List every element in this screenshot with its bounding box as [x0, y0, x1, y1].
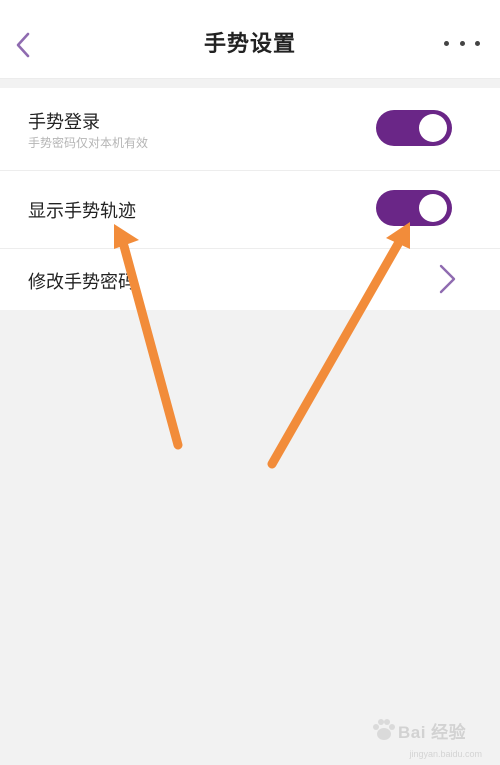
setting-row-change-password[interactable]: 修改手势密码 [0, 248, 500, 310]
more-button[interactable] [444, 30, 480, 56]
gesture-login-label: 手势登录 [28, 112, 100, 133]
toggle-knob [419, 114, 447, 142]
show-trail-label: 显示手势轨迹 [28, 201, 136, 222]
gesture-login-sublabel: 手势密码仅对本机有效 [28, 136, 149, 150]
change-password-label: 修改手势密码 [28, 272, 136, 293]
setting-row-gesture-login: 手势登录 手势密码仅对本机有效 [0, 88, 500, 170]
gesture-login-toggle[interactable] [376, 110, 452, 146]
section-gap [0, 79, 500, 88]
watermark-domain: jingyan.baidu.com [409, 749, 482, 759]
baidu-paw-icon [373, 719, 395, 740]
page-title: 手势设置 [203, 32, 296, 57]
more-horizontal-icon [459, 40, 465, 46]
watermark-text: Bai 经验 [398, 722, 467, 742]
toggle-knob [419, 194, 447, 222]
header-bar: 手势设置 [0, 0, 500, 79]
more-horizontal-icon [444, 40, 449, 46]
more-horizontal-icon [475, 40, 480, 46]
watermark: Bai 经验 jingyan.baidu.com [370, 711, 482, 759]
show-trail-toggle[interactable] [376, 190, 452, 226]
chevron-right-icon[interactable] [436, 262, 460, 296]
